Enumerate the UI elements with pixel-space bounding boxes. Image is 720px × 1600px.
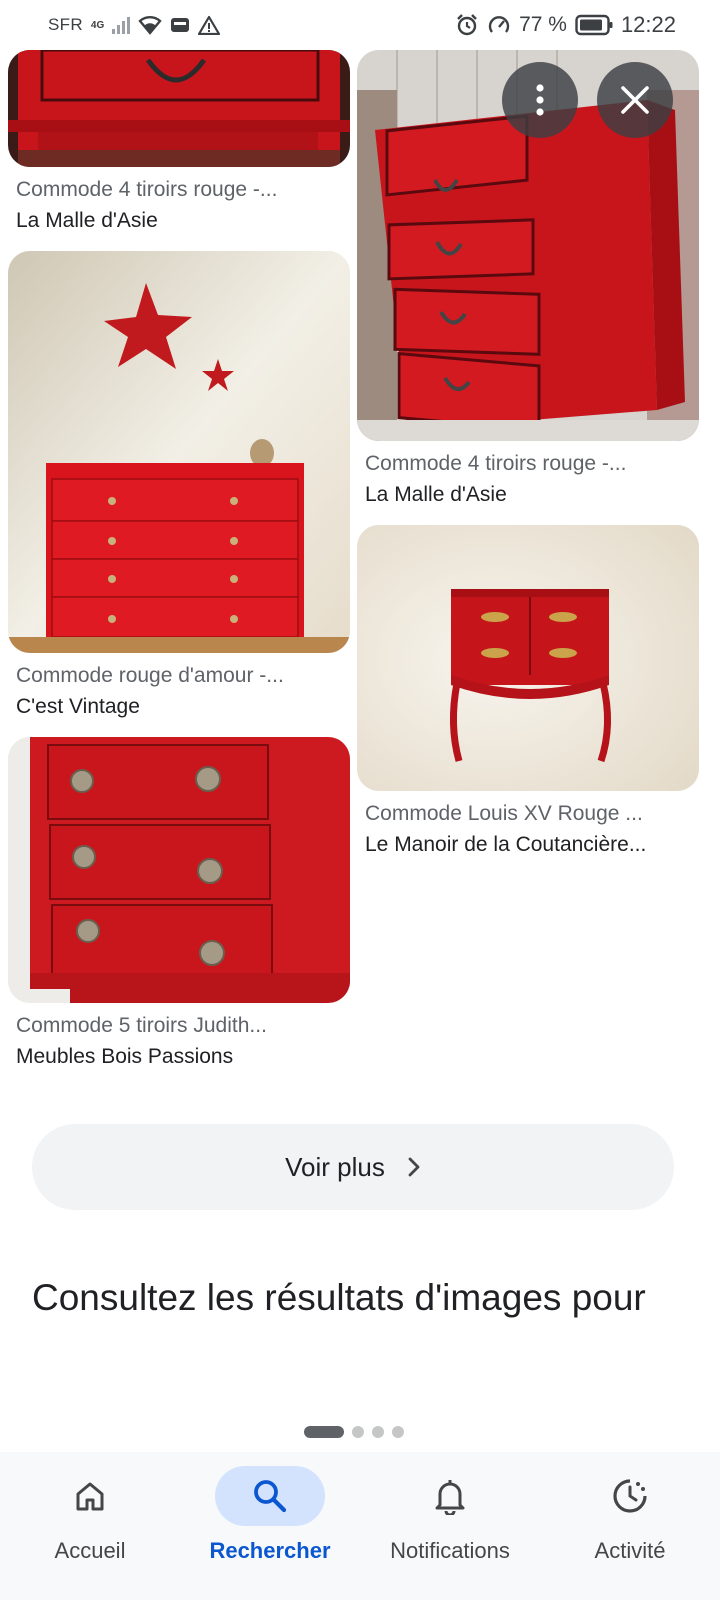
result-thumbnail[interactable] [8, 251, 350, 653]
result-source: Meubles Bois Passions [16, 1045, 234, 1068]
nav-pill [395, 1466, 505, 1526]
nav-label: Notifications [390, 1538, 510, 1563]
result-caption: Commode rouge d'amour -... C'est Vintage [8, 653, 350, 723]
carousel-indicator [304, 1426, 404, 1438]
result-title: Commode 5 tiroirs Judith... [16, 1014, 267, 1037]
result-card[interactable]: Commode 4 tiroirs rouge -... La Malle d'… [8, 50, 350, 237]
result-caption: Commode 5 tiroirs Judith... Meubles Bois… [8, 1003, 350, 1073]
more-vert-icon [536, 84, 544, 116]
clock: 12:22 [620, 12, 676, 37]
network-type: 4G [90, 19, 105, 31]
result-title: Commode Louis XV Rouge ... [365, 802, 643, 825]
result-title: Commode 4 tiroirs rouge -... [16, 178, 278, 201]
chevron-right-icon [408, 1157, 420, 1177]
result-caption: Commode 4 tiroirs rouge -... La Malle d'… [357, 441, 699, 511]
result-card[interactable]: Commode 5 tiroirs Judith... Meubles Bois… [8, 737, 350, 1073]
status-bar-left: SFR 4G [48, 15, 221, 35]
result-thumbnail[interactable] [8, 737, 350, 1003]
results-column-right: Commode 4 tiroirs rouge -... La Malle d'… [357, 50, 699, 861]
activity-icon [613, 1479, 647, 1513]
result-thumbnail[interactable] [8, 50, 350, 167]
carousel-dot [352, 1426, 364, 1438]
result-thumbnail[interactable] [357, 525, 699, 791]
status-bar: SFR 4G 77 % 12:22 [0, 0, 720, 50]
nav-pill [35, 1466, 145, 1526]
section-title: Consultez les résultats d'images pour [32, 1277, 646, 1318]
warning-icon [198, 15, 221, 35]
signal-icon [112, 16, 131, 34]
carousel-dot [392, 1426, 404, 1438]
see-more-button[interactable]: Voir plus [32, 1124, 674, 1210]
nav-label: Accueil [54, 1538, 126, 1563]
close-button[interactable] [597, 62, 673, 138]
nav-label: Rechercher [209, 1538, 331, 1563]
result-source: La Malle d'Asie [365, 483, 507, 506]
carousel-dot [372, 1426, 384, 1438]
result-card[interactable]: Commode rouge d'amour -... C'est Vintage [8, 251, 350, 723]
result-caption: Commode 4 tiroirs rouge -... La Malle d'… [8, 167, 350, 237]
battery-icon [575, 14, 613, 36]
result-source: C'est Vintage [16, 695, 140, 718]
result-title: Commode rouge d'amour -... [16, 664, 284, 687]
see-more-label: Voir plus [285, 1151, 385, 1182]
bell-icon [435, 1480, 465, 1515]
more-options-button[interactable] [502, 62, 578, 138]
nav-item-notifications[interactable]: Notifications [360, 1452, 540, 1600]
nav-pill-active [215, 1466, 325, 1526]
close-icon [621, 86, 649, 114]
nav-item-accueil[interactable]: Accueil [0, 1452, 180, 1600]
alarm-icon [457, 14, 477, 36]
nav-item-activite[interactable]: Activité [540, 1452, 720, 1600]
result-source: Le Manoir de la Coutancière... [365, 833, 647, 856]
bottom-navigation: Accueil Rechercher Notifications Activit… [0, 1452, 720, 1600]
result-caption: Commode Louis XV Rouge ... Le Manoir de … [357, 791, 699, 861]
home-icon [76, 1482, 104, 1511]
result-title: Commode 4 tiroirs rouge -... [365, 452, 627, 475]
search-icon [254, 1480, 287, 1513]
battery-percent: 77 % [519, 13, 567, 36]
result-card[interactable]: Commode Louis XV Rouge ... Le Manoir de … [357, 525, 699, 861]
sim-icon [171, 18, 190, 32]
nav-pill [575, 1466, 685, 1526]
nav-item-rechercher[interactable]: Rechercher [180, 1452, 360, 1600]
result-source: La Malle d'Asie [16, 209, 158, 232]
data-saver-icon [488, 16, 510, 33]
results-column-left: Commode 4 tiroirs rouge -... La Malle d'… [8, 50, 350, 1073]
carrier-label: SFR [48, 15, 83, 34]
carousel-dot-active [304, 1426, 344, 1438]
status-bar-right: 77 % 12:22 [455, 12, 676, 38]
nav-label: Activité [594, 1538, 666, 1563]
wifi-icon [138, 16, 162, 35]
